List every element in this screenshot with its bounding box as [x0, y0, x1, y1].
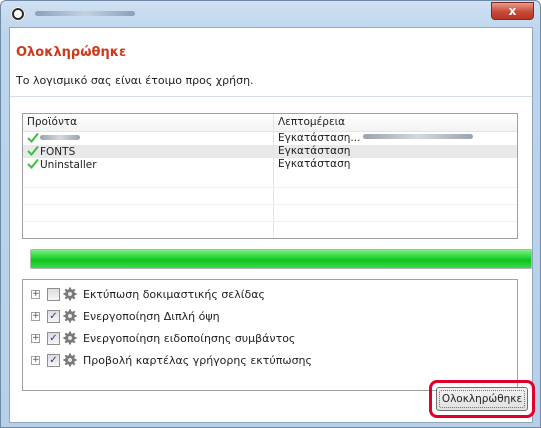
option-label: Ενεργοποίηση ειδοποίησης συμβάντος	[83, 331, 296, 345]
product-cell	[23, 132, 274, 145]
title-bar: x	[1, 1, 540, 27]
options-tree[interactable]: + Εκτύπωση δοκιμαστικής σελίδας + ✓ Ενερ…	[22, 279, 518, 391]
app-icon	[11, 7, 25, 21]
empty-cell	[274, 188, 517, 204]
expand-icon[interactable]: +	[31, 311, 40, 321]
product-cell: FONTS	[23, 145, 274, 158]
option-label: Ενεργοποίηση Διπλή όψη	[83, 309, 220, 323]
expand-icon[interactable]: +	[31, 289, 40, 299]
client-area: Ολοκληρώθηκε Το λογισμικό σας είναι έτοι…	[9, 27, 533, 423]
empty-cell	[274, 205, 517, 221]
option-print-test-page[interactable]: + Εκτύπωση δοκιμαστικής σελίδας	[31, 284, 265, 304]
expand-icon[interactable]: +	[31, 333, 40, 343]
check-icon	[27, 158, 39, 169]
detail-cell: Εγκατάσταση	[274, 158, 517, 171]
window-title-redacted	[35, 11, 135, 16]
empty-cell	[23, 205, 274, 221]
table-header: Προϊόντα Λεπτομέρεια	[23, 114, 517, 132]
finish-button[interactable]: Ολοκληρώθηκε	[436, 387, 528, 411]
empty-cell	[23, 171, 274, 187]
empty-row	[23, 188, 517, 205]
table-row[interactable]: Εγκατάσταση...	[23, 132, 517, 145]
product-name-redacted	[40, 135, 80, 140]
table-row[interactable]: FONTS Εγκατάσταση	[23, 145, 517, 158]
empty-row	[23, 205, 517, 222]
progress-bar	[30, 249, 532, 269]
products-table[interactable]: Προϊόντα Λεπτομέρεια Εγκατάσταση... FONT…	[22, 113, 518, 239]
detail-cell: Εγκατάσταση	[274, 145, 517, 158]
option-show-quick-print-tab[interactable]: + ✓ Προβολή καρτέλας γρήγορης εκτύπωσης	[31, 350, 312, 370]
option-label: Εκτύπωση δοκιμαστικής σελίδας	[83, 287, 265, 301]
empty-row	[23, 171, 517, 188]
page-subtitle: Το λογισμικό σας είναι έτοιμο προς χρήση…	[16, 74, 254, 87]
detail-text: Εγκατάσταση...	[278, 132, 361, 144]
option-enable-duplex[interactable]: + ✓ Ενεργοποίηση Διπλή όψη	[31, 306, 220, 326]
gear-icon	[63, 309, 77, 323]
installer-window: x Ολοκληρώθηκε Το λογισμικό σας είναι έτ…	[0, 0, 541, 428]
product-name: Uninstaller	[40, 159, 97, 171]
empty-row	[23, 222, 517, 238]
checkbox[interactable]: ✓	[47, 331, 60, 345]
product-name: FONTS	[40, 146, 76, 158]
gear-icon	[63, 287, 77, 301]
gear-icon	[63, 353, 77, 367]
product-cell: Uninstaller	[23, 158, 274, 171]
empty-cell	[274, 222, 517, 238]
empty-cell	[23, 222, 274, 238]
checkbox[interactable]: ✓	[47, 353, 60, 367]
empty-cell	[274, 171, 517, 187]
detail-cell: Εγκατάσταση...	[274, 132, 517, 145]
detail-text: Εγκατάσταση	[278, 145, 351, 157]
close-button[interactable]: x	[491, 2, 534, 20]
column-header-details[interactable]: Λεπτομέρεια	[274, 114, 517, 131]
progress-fill	[31, 250, 531, 268]
column-header-products[interactable]: Προϊόντα	[23, 114, 274, 131]
gear-icon	[63, 331, 77, 345]
check-icon	[27, 132, 39, 143]
option-label: Προβολή καρτέλας γρήγορης εκτύπωσης	[83, 353, 312, 367]
table-row[interactable]: Uninstaller Εγκατάσταση	[23, 158, 517, 171]
checkbox[interactable]: ✓	[47, 309, 60, 323]
checkbox[interactable]	[47, 287, 60, 301]
empty-cell	[23, 188, 274, 204]
header-divider	[10, 96, 532, 97]
option-enable-event-notification[interactable]: + ✓ Ενεργοποίηση ειδοποίησης συμβάντος	[31, 328, 295, 348]
page-title: Ολοκληρώθηκε	[16, 45, 127, 60]
detail-text: Εγκατάσταση	[278, 158, 351, 170]
check-icon	[27, 145, 39, 156]
detail-redacted	[363, 134, 474, 139]
expand-icon[interactable]: +	[31, 355, 40, 365]
